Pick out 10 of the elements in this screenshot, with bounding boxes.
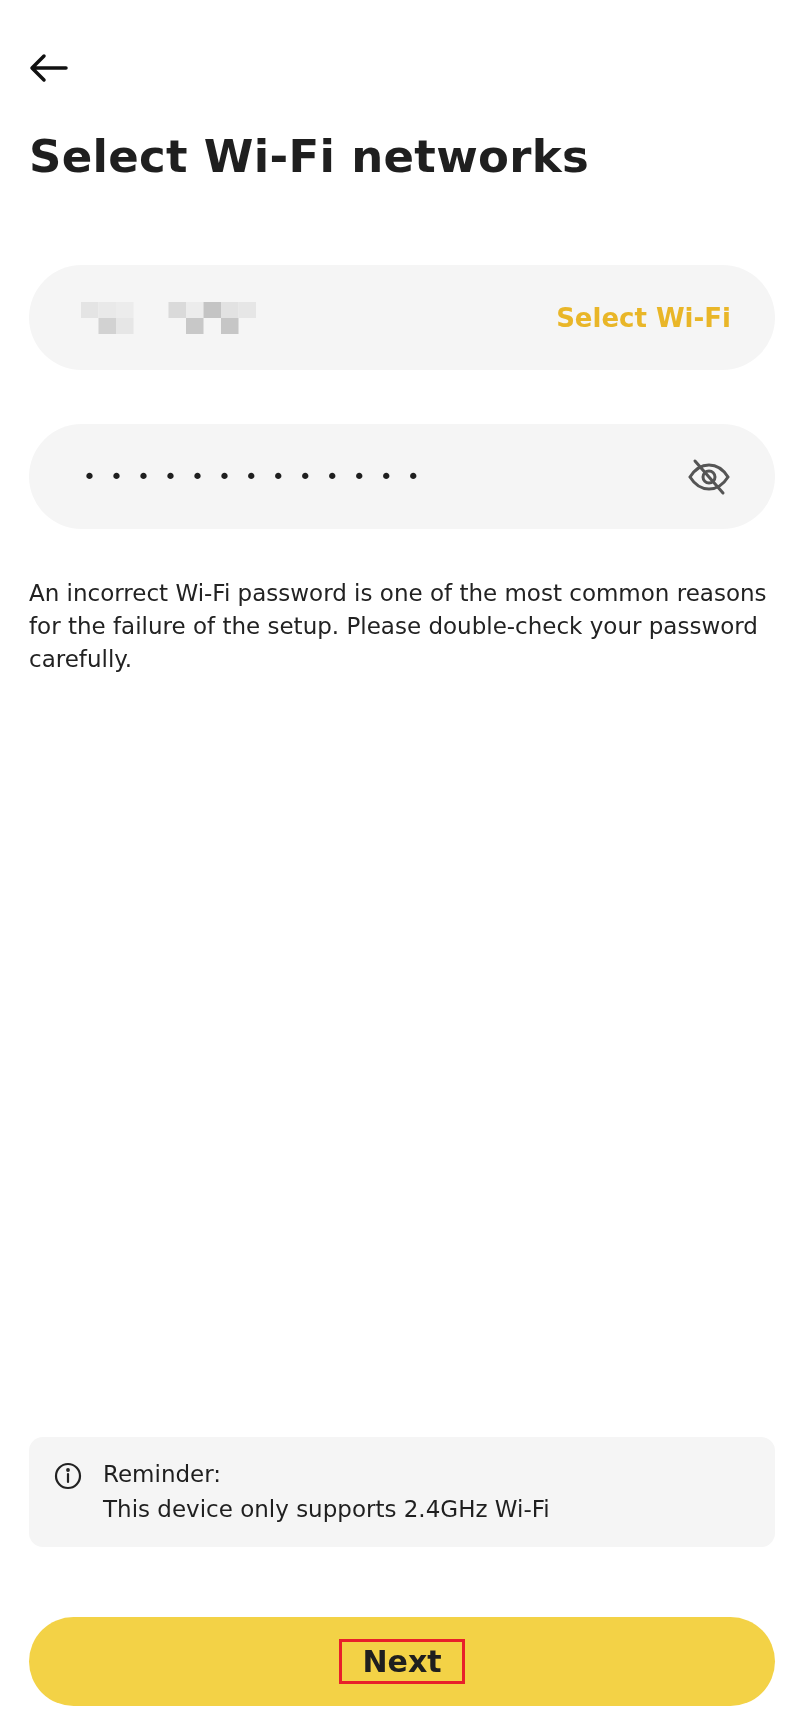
password-field[interactable]: •••••••••••••	[29, 424, 775, 529]
back-arrow-icon	[29, 53, 69, 83]
info-icon	[53, 1461, 83, 1491]
reminder-heading: Reminder:	[103, 1460, 223, 1489]
password-warning-text: An incorrect Wi-Fi password is one of the most common reasons for the failure of the setup. Please double-check your password carefully.	[29, 579, 768, 674]
eye-slash-icon[interactable]	[687, 457, 731, 496]
page-title: Select Wi-Fi networks	[29, 130, 591, 183]
next-button[interactable]: Next	[29, 1617, 775, 1706]
password-input[interactable]: •••••••••••••	[81, 463, 687, 490]
reminder-text: This device only supports 2.4GHz Wi-Fi	[103, 1495, 550, 1524]
